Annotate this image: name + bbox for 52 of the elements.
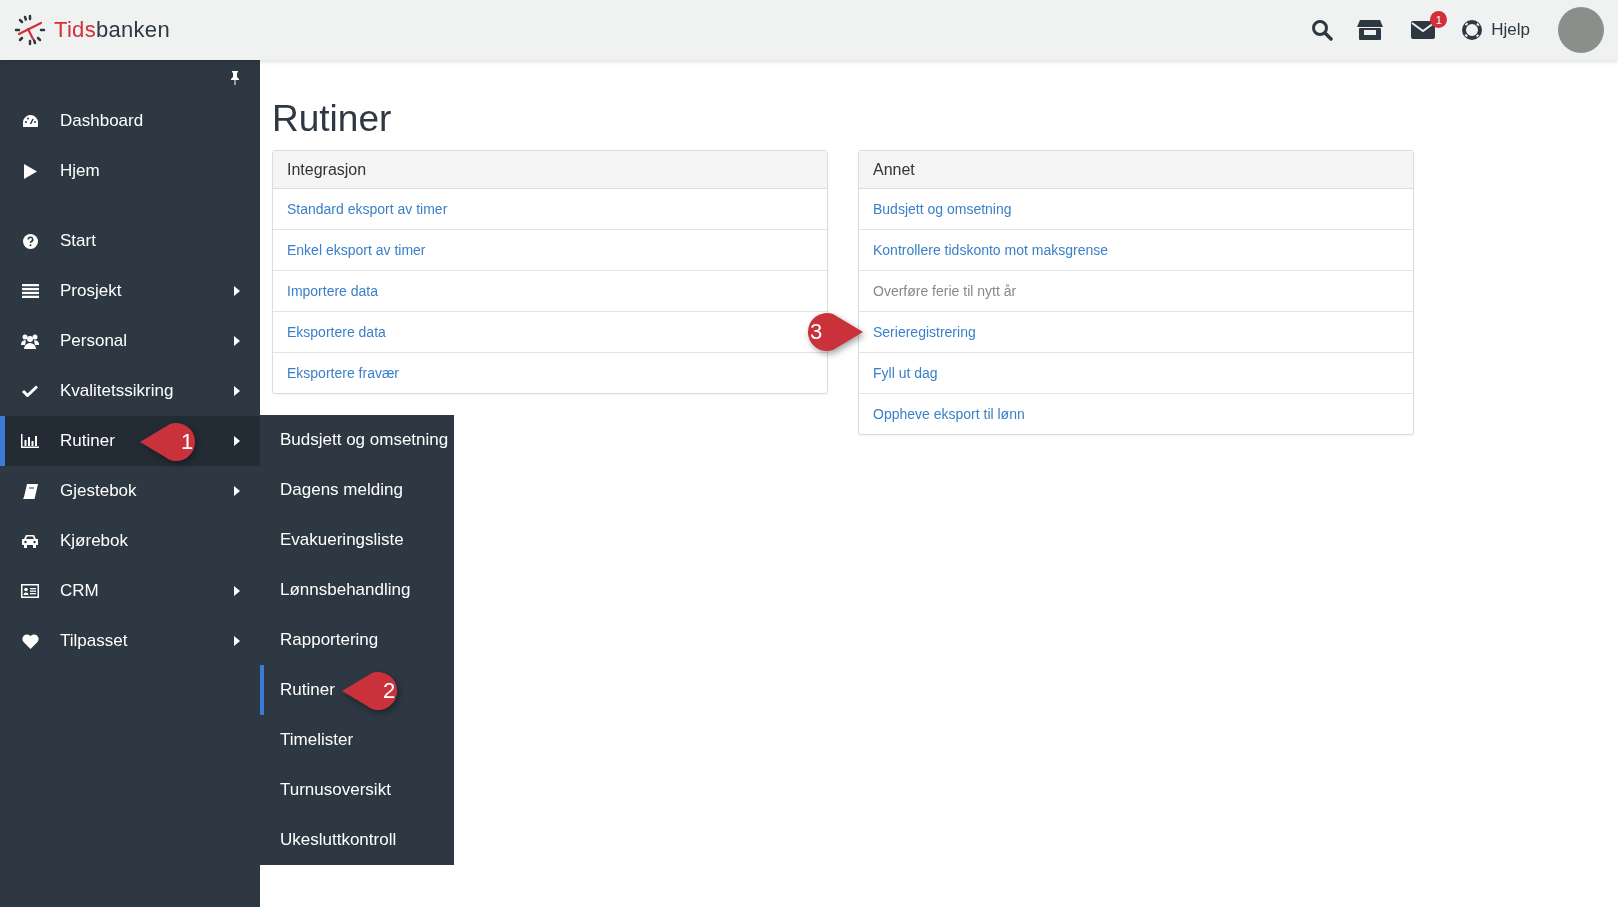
help-link[interactable]: Hjelp <box>1491 20 1530 40</box>
sidebar-item[interactable]: Prosjekt <box>0 266 260 316</box>
check-icon <box>22 385 38 397</box>
notification-badge: 1 <box>1430 11 1448 28</box>
list-icon <box>21 284 39 298</box>
clock-logo-icon <box>14 14 46 46</box>
panel-link[interactable]: Fyll ut dag <box>873 365 938 381</box>
panel-link[interactable]: Enkel eksport av timer <box>287 242 426 258</box>
panel-link[interactable]: Oppheve eksport til lønn <box>873 406 1025 422</box>
sidebar-item[interactable]: Gjestebok <box>0 466 260 516</box>
book-icon <box>22 483 38 499</box>
search-icon[interactable] <box>1311 19 1334 41</box>
submenu-item[interactable]: Timelister <box>260 715 454 765</box>
submenu-item[interactable]: Rapportering <box>260 615 454 665</box>
panel-link[interactable]: Standard eksport av timer <box>287 201 448 217</box>
sidebar-item[interactable]: CRM <box>0 566 260 616</box>
play-icon <box>23 163 37 179</box>
panel-heading: Annet <box>859 151 1413 189</box>
panel-heading: Integrasjon <box>273 151 827 189</box>
submenu-item[interactable]: Evakueringsliste <box>260 515 454 565</box>
sidebar-item[interactable]: Tilpasset <box>0 616 260 666</box>
submenu-item[interactable]: Lønnsbehandling <box>260 565 454 615</box>
panel-link[interactable]: Budsjett og omsetning <box>873 201 1012 217</box>
panel-link[interactable]: Eksportere data <box>287 324 386 340</box>
id-card-icon <box>21 584 39 598</box>
sidebar-item[interactable]: Personal <box>0 316 260 366</box>
page-title: Rutiner <box>272 98 393 140</box>
sidebar-item[interactable]: Hjem <box>0 146 260 196</box>
sidebar-item[interactable]: Start <box>0 216 260 266</box>
lifebuoy-icon[interactable] <box>1461 19 1484 41</box>
heart-icon <box>21 633 39 649</box>
submenu-item[interactable]: Turnusoversikt <box>260 765 454 815</box>
logo-text[interactable]: Tidsbanken <box>54 17 170 43</box>
submenu-item[interactable]: Budsjett og omsetning <box>260 415 454 465</box>
users-icon <box>21 333 39 349</box>
pin-icon[interactable] <box>230 71 240 85</box>
store-icon[interactable] <box>1357 19 1384 41</box>
submenu-item[interactable]: Ukesluttkontroll <box>260 815 454 865</box>
sidebar-item[interactable]: Kjørebok <box>0 516 260 566</box>
dashboard-icon <box>21 114 39 128</box>
bar-chart-icon <box>21 434 39 448</box>
help-icon <box>22 233 38 249</box>
avatar[interactable] <box>1558 7 1604 53</box>
panel-link[interactable]: Serieregistrering <box>873 324 976 340</box>
mail-icon[interactable] <box>1411 21 1436 39</box>
panel-link[interactable]: Eksportere fravær <box>287 365 400 381</box>
panel-link[interactable]: Kontrollere tidskonto mot maksgrense <box>873 242 1108 258</box>
car-icon <box>21 534 39 548</box>
submenu-item[interactable]: Dagens melding <box>260 465 454 515</box>
sidebar-item[interactable]: Kvalitetssikring <box>0 366 260 416</box>
sidebar-item[interactable]: Dashboard <box>0 96 260 146</box>
panel-link[interactable]: Importere data <box>287 283 379 299</box>
